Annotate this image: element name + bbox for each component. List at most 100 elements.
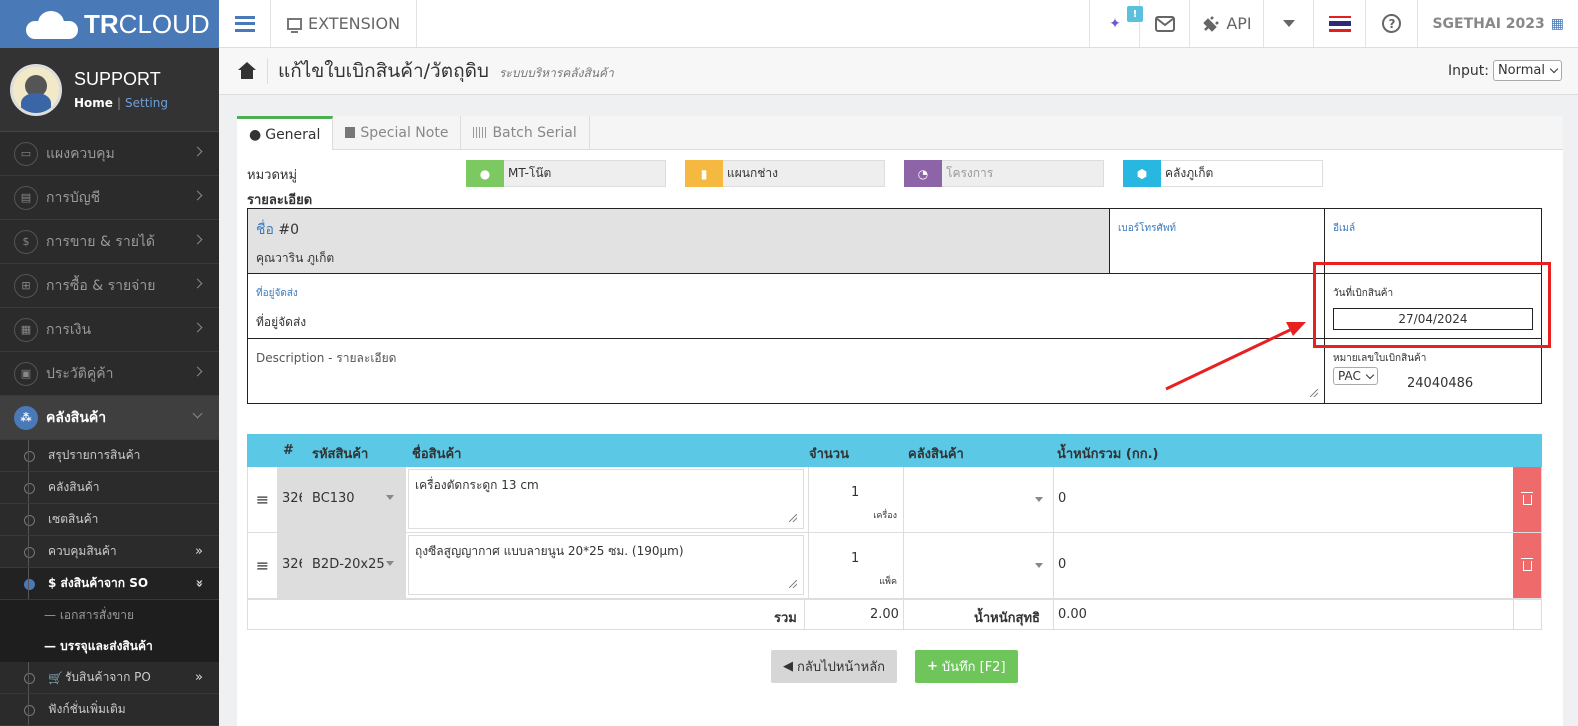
extension-button[interactable]: EXTENSION [271,0,418,47]
product-name: ถุงซีลสูญญากาศ แบบลายนูน 20*25 ซม. (190µ… [415,544,684,558]
submenu-item-ship-from-so[interactable]: $ ส่งสินค้าจาก SO » [0,568,219,600]
book-icon: ▤ [14,185,38,210]
phone-cell[interactable]: เบอร์โทรศัพท์ [1110,209,1325,274]
input-mode-value: Normal [1497,63,1545,78]
chevron-right-icon [192,190,203,201]
submenu-label: คลังสินค้า [48,480,100,494]
submenu-label: — บรรจุและส่งสินค้า [44,639,153,653]
submenu-item-product-set[interactable]: เซตสินค้า [0,504,219,536]
submenu-item-more-functions[interactable]: ฟังก์ชั่นเพิ่มเติม [0,694,219,726]
home-link[interactable]: Home [74,96,113,110]
submenu-item-sales-documents[interactable]: — เอกสารสั่งขาย [0,600,219,631]
sidebar-item-label: คลังสินค้า [46,409,107,426]
category-person[interactable]: ● MT-โน๊ต [466,160,666,187]
table-row: ≡ 326 B2D-20x25 ถุงซีลสูญญากาศ แบบลายนูน … [247,533,1542,599]
plug-icon [1203,15,1220,32]
divider [267,58,268,84]
help-icon: ? [1382,14,1402,33]
quantity-input[interactable]: 1 เครื่อง [808,467,904,532]
box-icon: ⬢ [1123,160,1161,187]
note-icon [345,127,356,138]
submenu-item-warehouse[interactable]: คลังสินค้า [0,472,219,504]
sidebar-item-label: การซื้อ & รายจ่าย [46,277,156,294]
pie-icon: ◔ [904,160,942,187]
mail-icon [1154,15,1175,32]
quantity-input[interactable]: 1 แพ็ค [808,533,904,598]
tab-general[interactable]: ● General [237,116,334,150]
drag-handle-icon[interactable]: ≡ [248,533,278,598]
quantity-value: 1 [851,485,860,500]
sidebar-item-accounting[interactable]: ▤ การบัญชี [0,176,219,220]
chevron-right-icon [192,146,203,157]
calendar-icon: ▦ [14,317,38,342]
table-footer: รวม 2.00 น้ำหนักสุทธิ 0.00 [247,599,1542,630]
app-logo[interactable]: TR CLOUD [0,0,219,48]
cart-icon: ⊞ [14,273,38,298]
topbar-dropdown[interactable] [1264,0,1315,47]
back-button[interactable]: ◀ กลับไปหน้าหลัก [771,650,898,683]
tab-special-note[interactable]: Special Note [333,116,462,149]
hamburger-icon [234,15,255,32]
sidebar-item-warehouse[interactable]: ⁂ คลังสินค้า [0,396,219,440]
sidebar-item-label: การขาย & รายได้ [46,233,156,250]
home-icon[interactable] [237,62,257,80]
description-textarea[interactable]: Description - รายละเอียด [248,339,1325,403]
submenu-item-pack-and-ship[interactable]: — บรรจุและส่งสินค้า [0,631,219,662]
warehouse-select[interactable] [904,467,1054,532]
company-menu[interactable]: SGETHAI 2023 ▦ [1418,0,1578,47]
sidebar-item-purchase[interactable]: ⊞ การซื้อ & รายจ่าย [0,264,219,308]
delete-row-button[interactable] [1513,467,1541,532]
category-value: คลังภูเก็ต [1165,166,1214,180]
chevron-down-icon [192,408,203,419]
resize-grip-icon[interactable] [1310,389,1318,397]
api-button[interactable]: API [1190,0,1265,47]
main-content: แก้ไขใบเบิกสินค้า/วัตถุดิบ ระบบบริหารคลั… [219,48,1578,726]
name-cell[interactable]: ชื่อ #0 คุณวาริน ภูเก็ต [248,209,1110,274]
category-project[interactable]: ◔ โครงการ [904,160,1104,187]
caret-down-icon [386,561,394,566]
resize-grip-icon[interactable] [789,580,797,588]
category-warehouse[interactable]: ⬢ คลังภูเก็ต [1123,160,1323,187]
save-button[interactable]: + บันทึก [F2] [915,650,1018,683]
drag-handle-icon[interactable]: ≡ [248,467,278,532]
language-button[interactable] [1314,0,1367,47]
arrow-left-circle-icon: ◀ [783,659,793,674]
col-weight: น้ำหนักรวม (กก.) [1057,447,1159,462]
product-name-textarea[interactable]: ถุงซีลสูญญากาศ แบบลายนูน 20*25 ซม. (190µ… [408,535,804,595]
product-code-select[interactable]: 326 B2D-20x25 [278,533,406,598]
address-cell[interactable]: ที่อยู่จัดส่ง ที่อยู่จัดส่ง [248,274,1325,339]
delete-row-button[interactable] [1513,533,1541,598]
sidebar-item-dashboard[interactable]: ▭ แผงควบคุม [0,132,219,176]
product-name-textarea[interactable]: เครื่องตัดกระดูก 13 cm [408,469,804,529]
product-name: เครื่องตัดกระดูก 13 cm [415,478,539,492]
tab-label: Batch Serial [492,124,577,141]
double-chevron-down-icon: » [191,579,207,588]
category-department[interactable]: ▮ แผนกช่าง [685,160,885,187]
doc-prefix-select[interactable]: PAC [1333,367,1378,385]
col-name: ชื่อสินค้า [412,447,462,462]
sidebar-item-sales[interactable]: $ การขาย & รายได้ [0,220,219,264]
tab-batch-serial[interactable]: Batch Serial [461,116,590,149]
product-code-select[interactable]: 326 BC130 [278,467,406,532]
tab-label: Special Note [360,124,449,141]
help-button[interactable]: ? [1366,0,1419,47]
tab-label: General [265,126,321,143]
sidebar-item-contacts[interactable]: ▣ ประวัติคู่ค้า [0,352,219,396]
submenu-item-product-summary[interactable]: สรุปรายการสินค้า [0,440,219,472]
page-title: แก้ไขใบเบิกสินค้า/วัตถุดิบ [278,60,489,82]
menu-toggle-button[interactable] [219,0,271,47]
warehouse-select[interactable] [904,533,1054,598]
setting-link[interactable]: Setting [125,96,168,110]
submenu-item-inventory-control[interactable]: ควบคุมสินค้า » [0,536,219,568]
building-icon: ▦ [1550,15,1564,32]
input-mode-select[interactable]: Normal [1492,60,1562,81]
resize-grip-icon[interactable] [789,514,797,522]
caret-down-icon [1282,19,1295,27]
submenu-label: ฟังก์ชั่นเพิ่มเติม [48,702,126,716]
submenu-item-receive-from-po[interactable]: 🛒 รับสินค้าจาก PO » [0,662,219,694]
doc-number-cell: หมายเลขใบเบิกสินค้า PAC 24040486 [1325,339,1541,403]
avatar[interactable] [10,63,62,116]
table-row: ≡ 326 BC130 เครื่องตัดกระดูก 13 cm 1 เครื่… [247,467,1542,533]
sidebar-item-finance[interactable]: ▦ การเงิน [0,308,219,352]
mail-button[interactable] [1140,0,1191,47]
